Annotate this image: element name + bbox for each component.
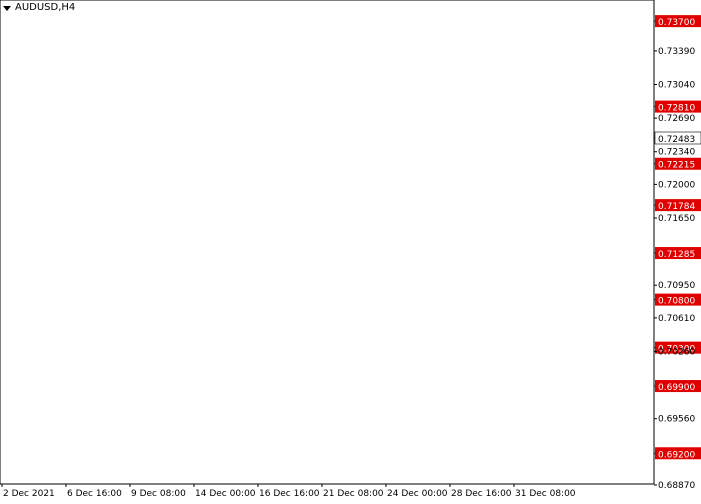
y-tick-label: 0.70610 (658, 314, 695, 324)
y-tick-label: 0.70260 (658, 347, 695, 357)
x-tick-label: 16 Dec 16:00 (259, 489, 320, 499)
x-tick-label: 24 Dec 00:00 (387, 489, 448, 499)
axes: 0.73700 0.73390 0.73040 0.728100.72690 0.724… (0, 0, 701, 499)
x-tick-label: 2 Dec 2021 (3, 489, 55, 499)
symbol-title: AUDUSD,H4 (15, 2, 76, 13)
level-price-label: 0.73700 (658, 18, 695, 28)
x-tick-label: 21 Dec 08:00 (323, 489, 384, 499)
y-tick-label: 0.72690 (658, 114, 695, 124)
symbol-dropdown-icon[interactable] (3, 6, 11, 11)
level-price-label: 0.69200 (658, 450, 695, 460)
y-tick-label: 0.72340 (658, 148, 695, 158)
y-tick-label: 0.73040 (658, 81, 695, 91)
level-price-label: 0.72810 (658, 104, 695, 114)
x-tick-label: 28 Dec 16:00 (451, 489, 512, 499)
level-price-label: 0.71285 (658, 250, 695, 260)
y-tick-label: 0.72000 (658, 180, 695, 190)
x-tick-label: 31 Dec 08:00 (515, 489, 576, 499)
y-tick-label: 0.71650 (658, 214, 695, 224)
level-price-label: 0.71784 (658, 202, 695, 212)
x-tick-label: 14 Dec 00:00 (195, 489, 256, 499)
plot-frame (0, 0, 655, 485)
y-tick-label: 0.73390 (658, 47, 695, 57)
level-price-label: 0.72215 (658, 161, 695, 171)
y-tick-label: 0.68870 (658, 481, 695, 491)
chart-canvas[interactable]: 0.73700 0.73390 0.73040 0.728100.72690 0.724… (0, 0, 701, 500)
current-price-label: 0.72483 (658, 135, 695, 145)
x-tick-label: 9 Dec 08:00 (131, 489, 186, 499)
x-tick-label: 6 Dec 16:00 (67, 489, 122, 499)
y-tick-label: 0.69560 (658, 415, 695, 425)
y-tick-label: 0.70950 (658, 281, 695, 291)
price-chart[interactable]: 0.73700 0.73390 0.73040 0.72810 0.72690 0.724… (0, 0, 701, 500)
level-price-label: 0.69900 (658, 383, 695, 393)
level-price-label: 0.70800 (658, 297, 695, 307)
